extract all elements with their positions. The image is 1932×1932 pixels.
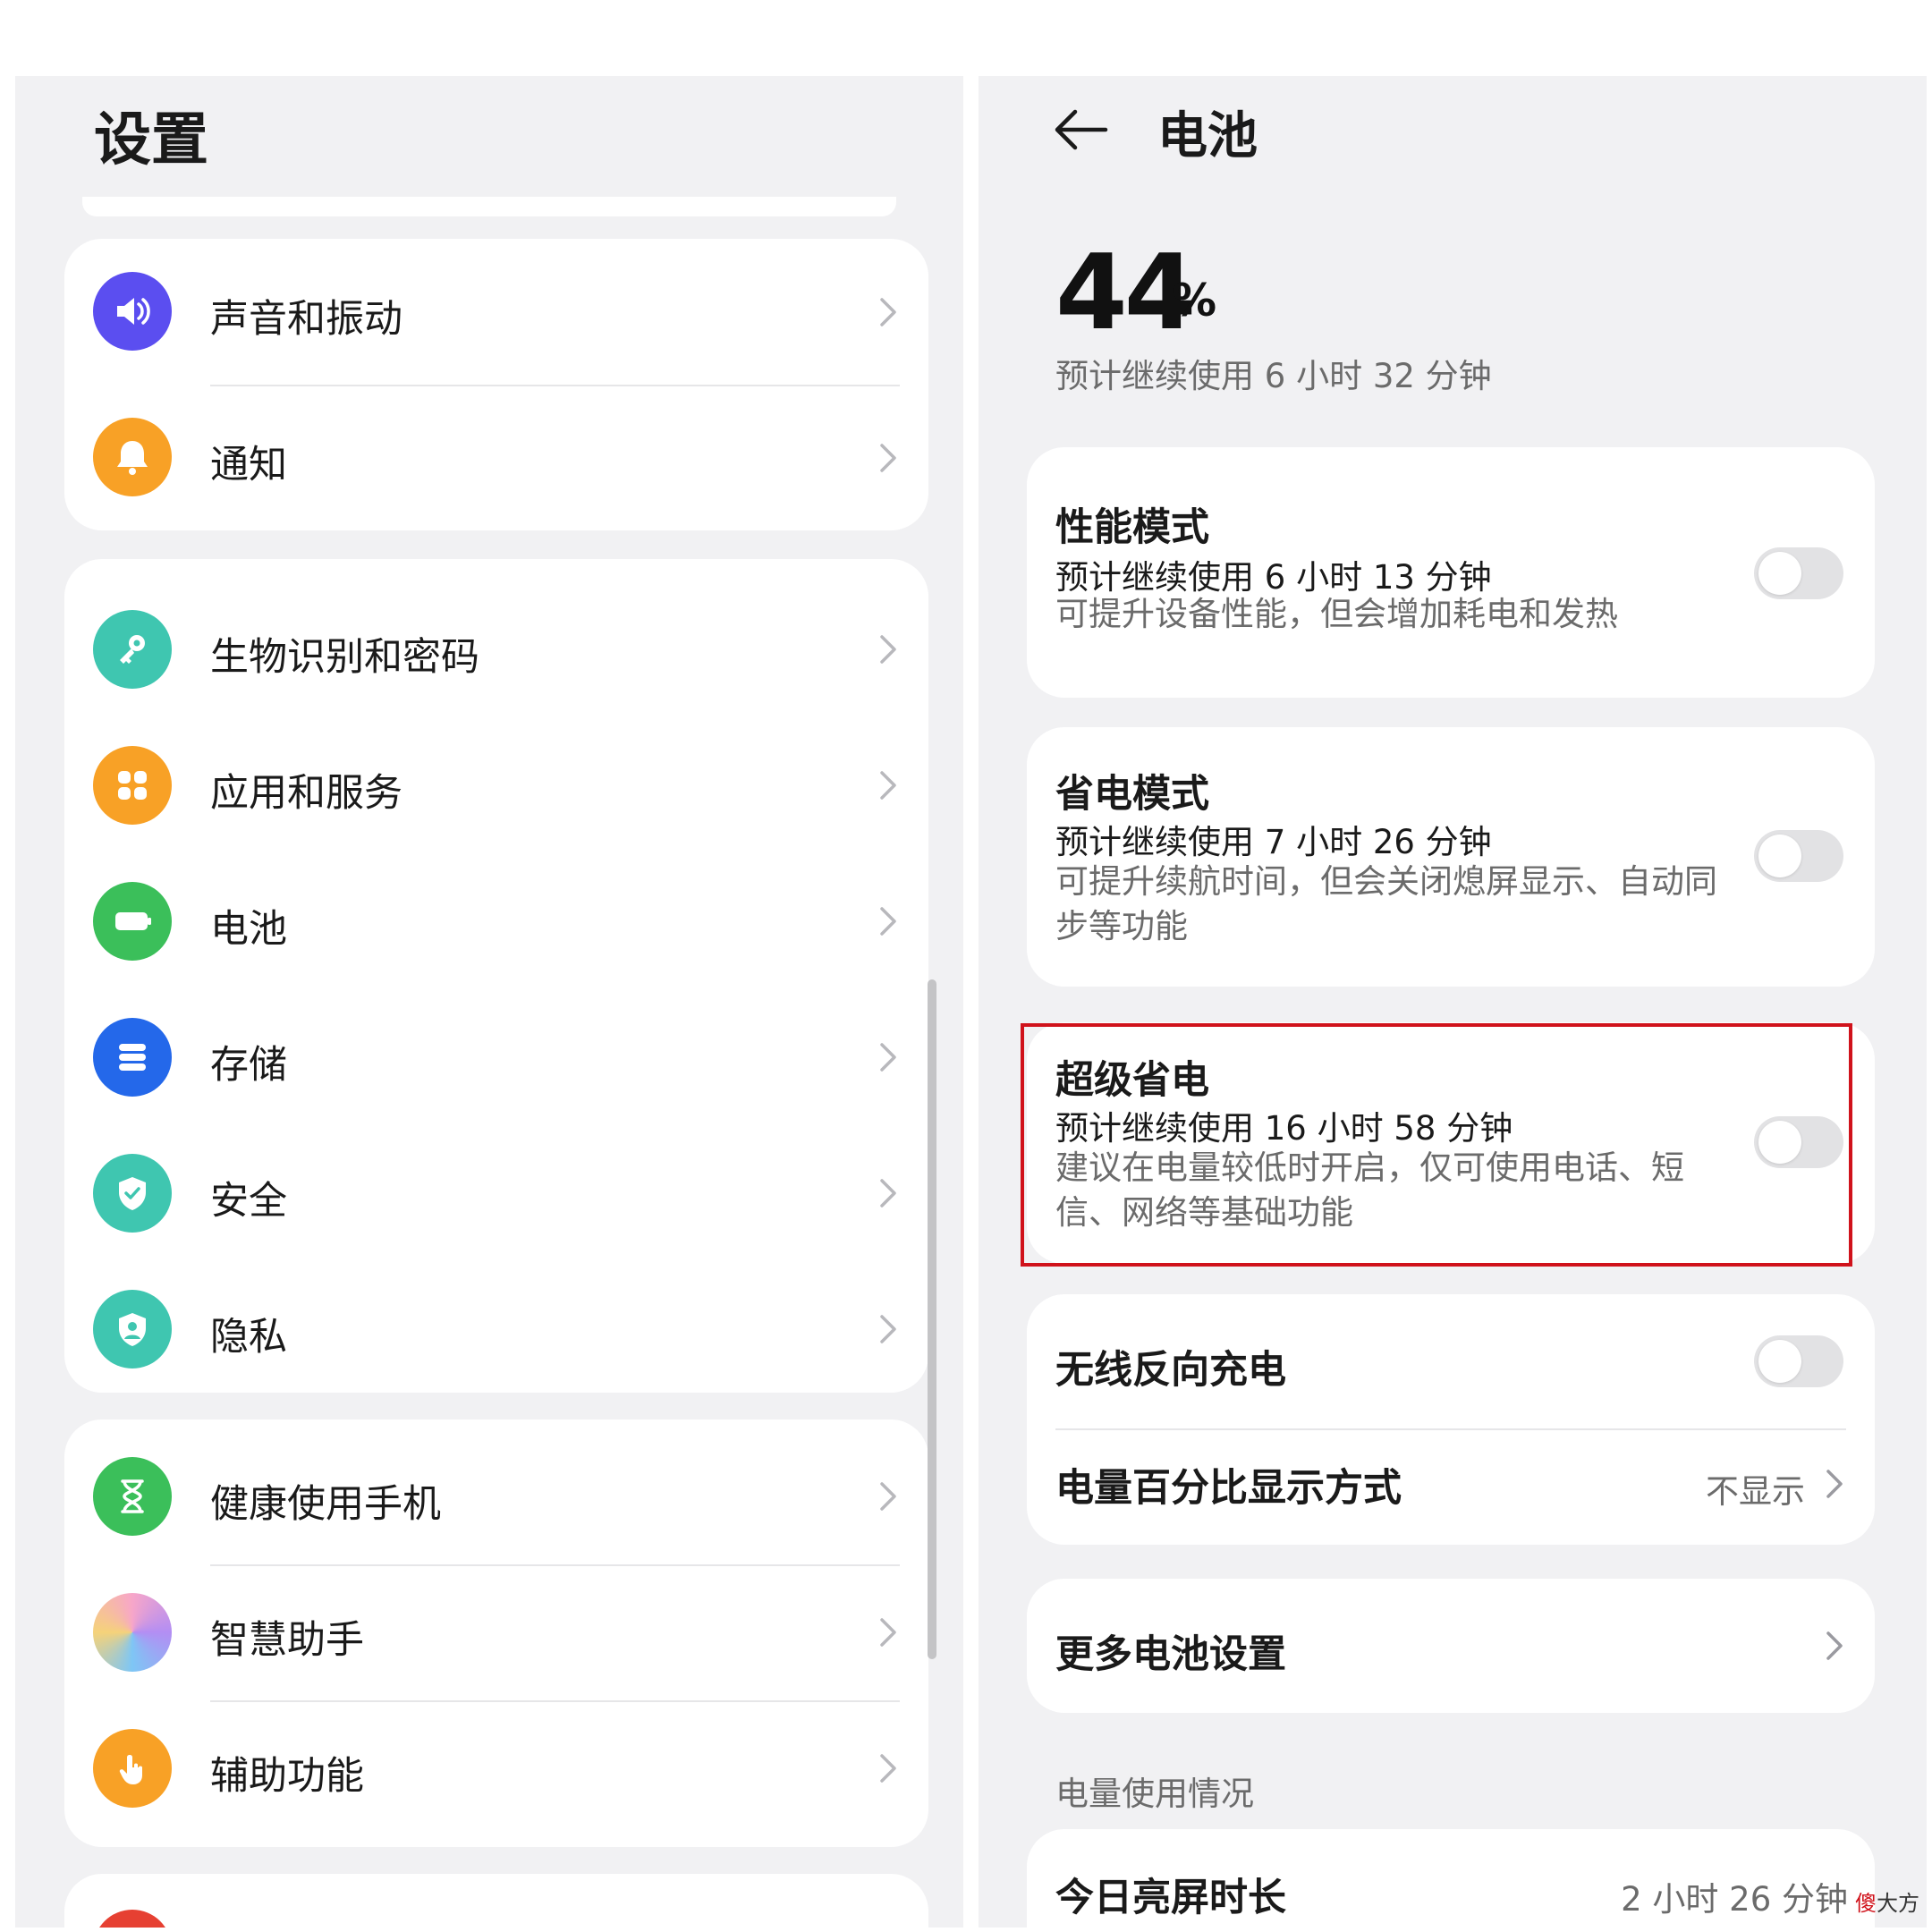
privacy-shield-icon	[93, 1290, 172, 1368]
apps-grid-icon	[93, 746, 172, 825]
shield-check-icon	[93, 1154, 172, 1233]
chevron-right-icon	[880, 771, 896, 800]
chevron-right-icon	[880, 907, 896, 936]
settings-item-label: 声音和振动	[210, 297, 402, 342]
charging-display-card: 无线反向充电 电量百分比显示方式 不显示	[1027, 1294, 1875, 1545]
back-arrow-icon[interactable]	[1050, 103, 1113, 157]
mode-description: 可提升续航时间，但会关闭熄屏显示、自动同步等功能	[1055, 862, 1717, 945]
settings-item-label: 安全	[210, 1179, 287, 1224]
more-battery-settings-card[interactable]: 更多电池设置	[1027, 1579, 1875, 1713]
power-saving-mode-toggle[interactable]	[1754, 830, 1843, 882]
hourglass-icon	[93, 1457, 172, 1536]
settings-item-label: 健康使用手机	[210, 1482, 441, 1527]
toggle-knob	[1758, 1340, 1801, 1383]
battery-percent-display-label: 电量百分比显示方式	[1055, 1466, 1402, 1511]
settings-item-digital-balance[interactable]: 健康使用手机	[64, 1428, 928, 1564]
toggle-knob	[1758, 835, 1801, 877]
settings-item-biometrics[interactable]: 生物识别和密码	[64, 581, 928, 717]
settings-item-apps[interactable]: 应用和服务	[64, 717, 928, 853]
chevron-right-icon	[880, 444, 896, 472]
settings-item-notifications[interactable]: 通知	[64, 385, 928, 530]
performance-mode-card: 性能模式 预计继续使用 6 小时 13 分钟 可提升设备性能，但会增加耗电和发热	[1027, 447, 1875, 698]
toggle-knob	[1758, 552, 1801, 595]
watermark: 傻大方	[1855, 1885, 1919, 1917]
partial-item-icon	[93, 1910, 172, 1928]
battery-percent-display-value: 不显示	[1706, 1472, 1805, 1511]
usage-section-title: 电量使用情况	[1055, 1775, 1254, 1813]
page-title: 电池	[1157, 107, 1258, 165]
battery-remaining-time: 预计继续使用 6 小时 32 分钟	[1055, 357, 1492, 395]
watermark-part-1: 傻	[1855, 1891, 1877, 1916]
settings-item-smart-assistant[interactable]: 智慧助手	[64, 1564, 928, 1700]
wireless-reverse-charge-toggle[interactable]	[1754, 1335, 1843, 1387]
key-icon	[93, 610, 172, 689]
settings-item-accessibility[interactable]: 辅助功能	[64, 1700, 928, 1836]
screen-time-card[interactable]: 今日亮屏时长 2 小时 26 分钟	[1027, 1829, 1875, 1928]
battery-percent-display-row[interactable]: 电量百分比显示方式 不显示	[1027, 1430, 1875, 1545]
chevron-right-icon	[880, 1179, 896, 1208]
settings-group-2: 生物识别和密码 应用和服务 电池 存储 安全 隐私	[64, 559, 928, 1393]
bell-icon	[93, 418, 172, 496]
battery-detail-pane: 电池 44 % 预计继续使用 6 小时 32 分钟 性能模式 预计继续使用 6 …	[979, 76, 1927, 1928]
settings-item-privacy[interactable]: 隐私	[64, 1261, 928, 1397]
performance-mode-toggle[interactable]	[1754, 547, 1843, 599]
wireless-reverse-charge-row[interactable]: 无线反向充电	[1027, 1294, 1875, 1428]
settings-item-label: 应用和服务	[210, 771, 402, 816]
battery-percentage-unit: %	[1172, 275, 1217, 326]
chevron-right-icon	[880, 298, 896, 326]
chevron-right-icon	[880, 1315, 896, 1343]
settings-group-4	[64, 1874, 928, 1928]
screen-time-value: 2 小时 26 分钟	[1621, 1880, 1848, 1919]
settings-item-label: 隐私	[210, 1315, 287, 1360]
settings-group-1: 声音和振动 通知	[64, 239, 928, 530]
watermark-part-2: 大方	[1877, 1891, 1919, 1916]
hand-pointer-icon	[93, 1729, 172, 1808]
chevron-right-icon	[880, 1043, 896, 1072]
chevron-right-icon	[880, 1618, 896, 1647]
chevron-right-icon	[880, 635, 896, 664]
settings-item-label: 电池	[210, 907, 287, 952]
settings-group-3: 健康使用手机 智慧助手 辅助功能	[64, 1419, 928, 1847]
settings-item-label: 生物识别和密码	[210, 635, 479, 680]
settings-item-label: 智慧助手	[210, 1618, 364, 1663]
page-title: 设置	[94, 107, 208, 174]
chevron-right-icon	[1826, 1631, 1843, 1660]
wireless-reverse-charge-label: 无线反向充电	[1055, 1348, 1286, 1393]
battery-icon	[93, 882, 172, 961]
settings-item-label: 通知	[210, 443, 287, 487]
settings-item-label: 辅助功能	[210, 1754, 364, 1799]
speaker-icon	[93, 272, 172, 351]
more-battery-settings-label: 更多电池设置	[1055, 1632, 1286, 1677]
chevron-right-icon	[880, 1482, 896, 1511]
search-bar[interactable]	[82, 197, 896, 216]
mode-estimate: 预计继续使用 7 小时 26 分钟	[1055, 823, 1492, 861]
mode-title: 性能模式	[1055, 505, 1209, 550]
settings-item-label: 存储	[210, 1043, 287, 1088]
settings-item-battery[interactable]: 电池	[64, 853, 928, 989]
mode-estimate: 预计继续使用 6 小时 13 分钟	[1055, 558, 1492, 597]
chevron-right-icon	[1826, 1470, 1843, 1498]
mode-title: 省电模式	[1055, 772, 1209, 817]
assistant-orb-icon	[93, 1593, 172, 1672]
settings-item-security[interactable]: 安全	[64, 1125, 928, 1261]
scrollbar[interactable]	[928, 979, 936, 1659]
highlight-annotation-box	[1021, 1023, 1852, 1267]
settings-list-pane: 设置 声音和振动 通知 生物识别和密码 应用和服务 电池 存储 安全 隐私 健康…	[15, 76, 963, 1928]
power-saving-mode-card: 省电模式 预计继续使用 7 小时 26 分钟 可提升续航时间，但会关闭熄屏显示、…	[1027, 727, 1875, 987]
settings-item-storage[interactable]: 存储	[64, 989, 928, 1125]
storage-icon	[93, 1018, 172, 1097]
chevron-right-icon	[880, 1754, 896, 1783]
screen-time-label: 今日亮屏时长	[1055, 1876, 1286, 1920]
settings-item-sound[interactable]: 声音和振动	[64, 239, 928, 385]
mode-description: 可提升设备性能，但会增加耗电和发热	[1055, 595, 1618, 633]
